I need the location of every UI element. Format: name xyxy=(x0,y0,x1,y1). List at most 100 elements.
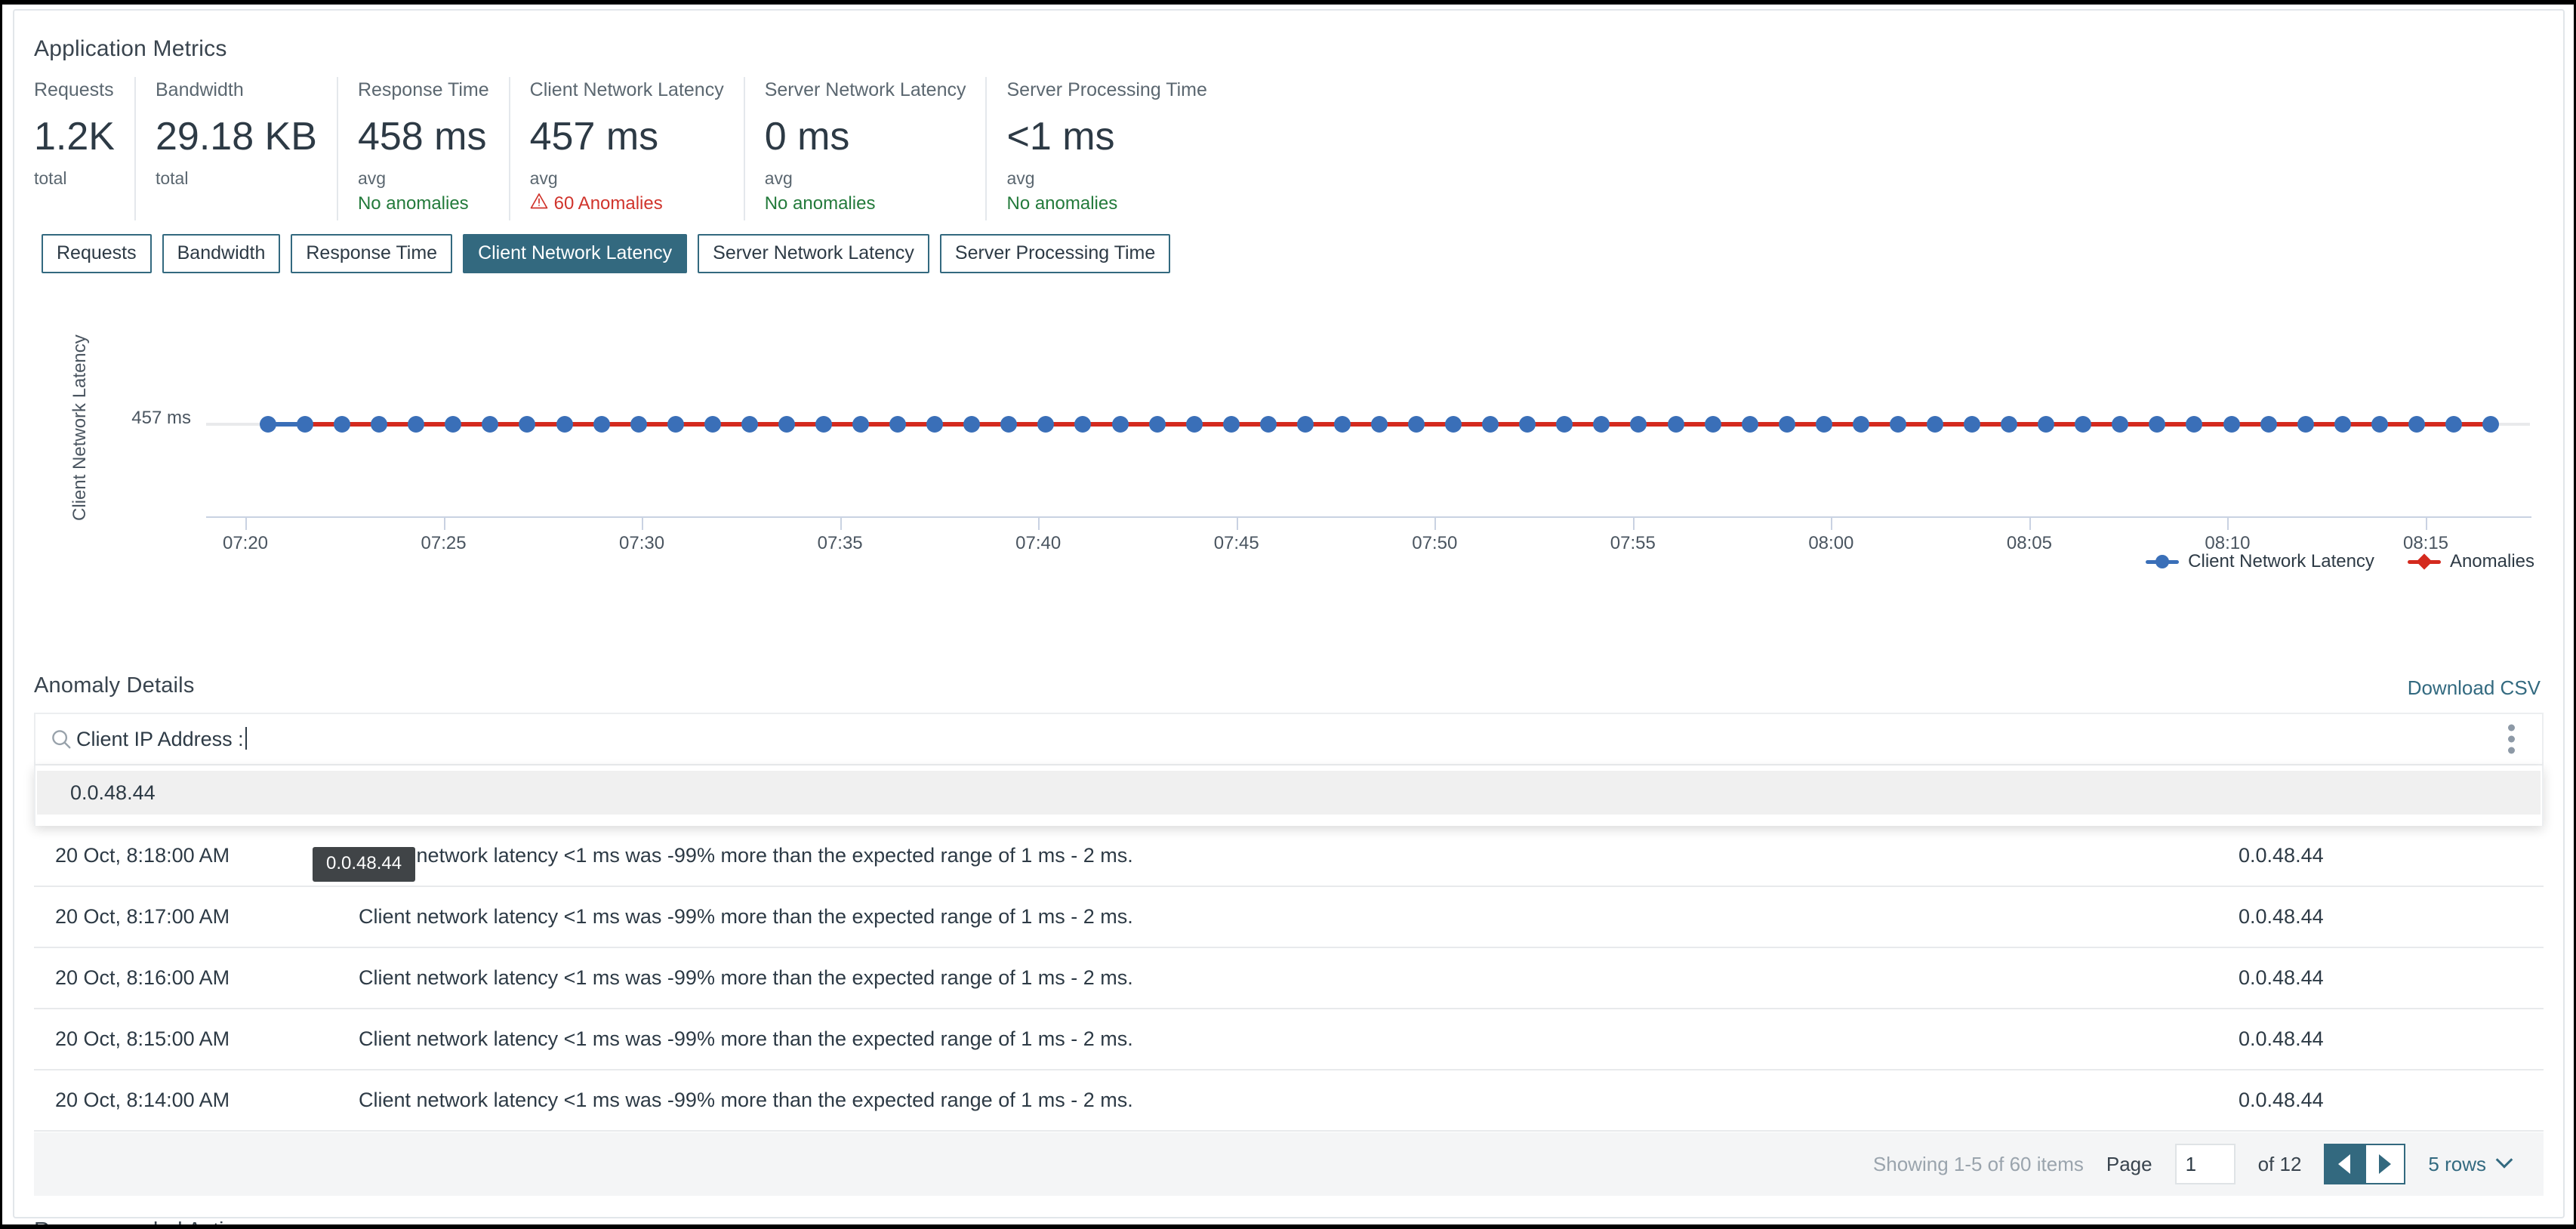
chart-data-point[interactable] xyxy=(334,416,350,433)
chart-data-point[interactable] xyxy=(2334,416,2351,433)
metrics-card: Application Metrics Requests1.2KtotalBan… xyxy=(13,9,2565,1218)
chart-data-point[interactable] xyxy=(2445,416,2462,433)
chart-data-point[interactable] xyxy=(297,416,313,433)
chart-data-point[interactable] xyxy=(1371,416,1388,433)
chart-data-point[interactable] xyxy=(741,416,758,433)
metric-unit: avg xyxy=(358,166,489,190)
chart-data-point[interactable] xyxy=(593,416,610,433)
more-options-icon[interactable] xyxy=(2504,720,2519,759)
chart-data-point[interactable] xyxy=(1742,416,1758,433)
chart-data-point[interactable] xyxy=(519,416,535,433)
showing-count: Showing 1-5 of 60 items xyxy=(1873,1153,2084,1176)
next-page-button[interactable] xyxy=(2365,1144,2405,1184)
chart-data-point[interactable] xyxy=(2112,416,2128,433)
chart-data-point[interactable] xyxy=(1297,416,1314,433)
chart-data-point[interactable] xyxy=(2482,416,2499,433)
chart-data-point[interactable] xyxy=(815,416,832,433)
table-row[interactable]: 20 Oct, 8:14:00 AMClient network latency… xyxy=(34,1070,2544,1132)
chart-data-point[interactable] xyxy=(445,416,461,433)
chart-data-point[interactable] xyxy=(2075,416,2091,433)
chart-data-point[interactable] xyxy=(1223,416,1240,433)
metric-anomaly-text: 60 Anomalies xyxy=(554,192,663,216)
chart-data-point[interactable] xyxy=(408,416,424,433)
chart-data-point[interactable] xyxy=(2371,416,2388,433)
chart-data-point[interactable] xyxy=(704,416,721,433)
chart-data-point[interactable] xyxy=(778,416,795,433)
chart-data-point[interactable] xyxy=(667,416,684,433)
chart-data-point[interactable] xyxy=(371,416,387,433)
tab-client-network-latency[interactable]: Client Network Latency xyxy=(463,234,687,273)
chart-data-point[interactable] xyxy=(1445,416,1462,433)
chart-data-point[interactable] xyxy=(2186,416,2202,433)
tick-mark xyxy=(2029,518,2031,530)
chart-data-point[interactable] xyxy=(556,416,573,433)
chart-data-point[interactable] xyxy=(2408,416,2425,433)
chart-data-point[interactable] xyxy=(1816,416,1832,433)
tab-requests[interactable]: Requests xyxy=(42,234,152,273)
chart-data-point[interactable] xyxy=(1779,416,1795,433)
chart-data-point[interactable] xyxy=(1964,416,1980,433)
metric-card: Requests1.2Ktotal xyxy=(34,77,134,220)
latency-chart: Client Network Latency 457 ms 07:2007:25… xyxy=(34,288,2548,613)
legend-item-client-network-latency[interactable]: Client Network Latency xyxy=(2146,551,2374,572)
page-number-input[interactable] xyxy=(2175,1144,2236,1184)
chart-data-point[interactable] xyxy=(1186,416,1203,433)
table-row[interactable]: 20 Oct, 8:15:00 AMClient network latency… xyxy=(34,1009,2544,1070)
metric-value: 29.18 KB xyxy=(156,110,317,163)
search-input-value[interactable]: Client IP Address : xyxy=(76,713,247,765)
total-pages-label: of 12 xyxy=(2258,1153,2302,1176)
tab-response-time[interactable]: Response Time xyxy=(291,234,452,273)
chart-y-axis-label: Client Network Latency xyxy=(67,319,93,537)
chart-data-point[interactable] xyxy=(1890,416,1906,433)
tick-mark xyxy=(1831,518,1832,530)
metric-label: Bandwidth xyxy=(156,77,317,103)
chart-data-point[interactable] xyxy=(1260,416,1277,433)
previous-page-button[interactable] xyxy=(2324,1144,2365,1184)
chart-data-point[interactable] xyxy=(1927,416,1943,433)
chart-data-point[interactable] xyxy=(1668,416,1684,433)
chart-data-point[interactable] xyxy=(1519,416,1536,433)
tick-mark xyxy=(642,518,643,530)
chart-data-point[interactable] xyxy=(2038,416,2054,433)
tab-server-network-latency[interactable]: Server Network Latency xyxy=(698,234,929,273)
chart-data-point[interactable] xyxy=(2260,416,2277,433)
metric-value: 0 ms xyxy=(765,110,966,163)
chart-y-tick-label: 457 ms xyxy=(93,408,191,429)
chart-data-point[interactable] xyxy=(1408,416,1425,433)
cell-client-ip: 0.0.48.44 xyxy=(2226,1027,2544,1051)
chart-data-point[interactable] xyxy=(889,416,906,433)
cell-client-ip: 0.0.48.44 xyxy=(2226,966,2544,990)
chart-data-point[interactable] xyxy=(1556,416,1573,433)
chart-data-point[interactable] xyxy=(1630,416,1647,433)
chart-data-point[interactable] xyxy=(852,416,869,433)
chart-data-point[interactable] xyxy=(260,416,276,433)
chart-data-point[interactable] xyxy=(1853,416,1869,433)
chart-data-point[interactable] xyxy=(2297,416,2314,433)
chart-data-point[interactable] xyxy=(2001,416,2017,433)
chart-data-point[interactable] xyxy=(1074,416,1091,433)
legend-item-anomalies[interactable]: Anomalies xyxy=(2408,551,2534,572)
rows-per-page-select[interactable]: 5 rows xyxy=(2428,1153,2510,1176)
chart-data-point[interactable] xyxy=(482,416,498,433)
tab-bandwidth[interactable]: Bandwidth xyxy=(162,234,281,273)
chart-data-point[interactable] xyxy=(2223,416,2240,433)
download-csv-button[interactable]: Download CSV xyxy=(2408,676,2541,700)
chart-data-point[interactable] xyxy=(630,416,647,433)
tab-server-processing-time[interactable]: Server Processing Time xyxy=(940,234,1170,273)
anomaly-search-bar[interactable]: Client IP Address : xyxy=(34,713,2544,765)
chart-data-point[interactable] xyxy=(1000,416,1017,433)
chart-data-point[interactable] xyxy=(1705,416,1721,433)
chart-data-point[interactable] xyxy=(1593,416,1610,433)
table-row[interactable]: 20 Oct, 8:16:00 AMClient network latency… xyxy=(34,948,2544,1009)
chart-data-point[interactable] xyxy=(1112,416,1129,433)
chart-data-point[interactable] xyxy=(1482,416,1499,433)
table-row[interactable]: 20 Oct, 8:17:00 AMClient network latency… xyxy=(34,887,2544,948)
chart-axis-tail-left xyxy=(206,423,268,426)
chart-data-point[interactable] xyxy=(926,416,943,433)
chart-data-point[interactable] xyxy=(2149,416,2165,433)
search-suggestion-item[interactable]: 0.0.48.44 xyxy=(37,771,2541,815)
chart-data-point[interactable] xyxy=(963,416,980,433)
chart-data-point[interactable] xyxy=(1334,416,1351,433)
chart-data-point[interactable] xyxy=(1149,416,1166,433)
chart-data-point[interactable] xyxy=(1037,416,1054,433)
